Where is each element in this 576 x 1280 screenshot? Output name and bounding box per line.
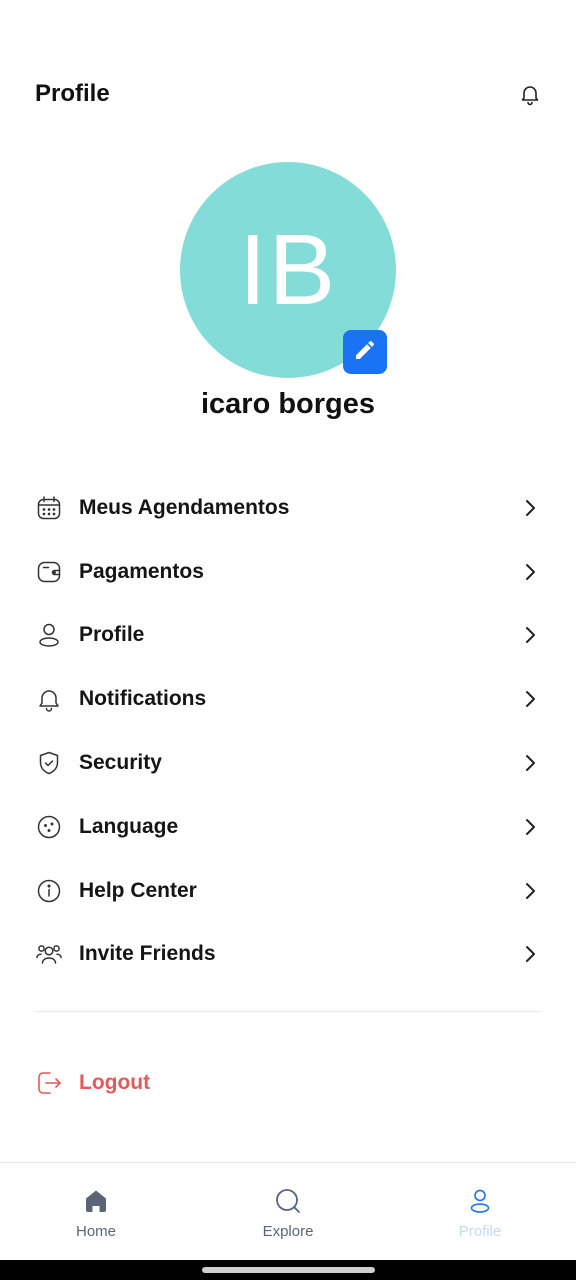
avatar-initials: IB [238,213,338,326]
menu-item-notifications[interactable]: Notifications [0,667,576,731]
logout-label: Logout [79,1071,151,1094]
menu-item-meus-agendamentos[interactable]: Meus Agendamentos [0,476,576,540]
nav-item-profile[interactable]: Profile [384,1163,576,1261]
info-icon [35,877,63,905]
logout-button[interactable]: Logout [0,1062,576,1104]
bottom-navigation: Home Explore Profile [0,1162,576,1260]
nav-item-home[interactable]: Home [0,1163,192,1261]
edit-avatar-button[interactable] [343,330,387,374]
bell-icon [518,82,542,111]
page-title: Profile [35,80,110,107]
menu-divider [35,1011,541,1012]
notifications-button[interactable] [516,82,544,110]
menu-item-label: Profile [79,623,145,647]
logout-icon [35,1069,63,1097]
menu-item-label: Security [79,751,162,775]
user-icon [466,1187,494,1215]
menu-item-pagamentos[interactable]: Pagamentos [0,540,576,604]
chevron-right-icon [518,815,542,839]
system-navigation-bar [0,1260,576,1280]
nav-label: Profile [458,1223,502,1240]
search-icon [274,1187,302,1215]
chevron-right-icon [518,687,542,711]
profile-menu: Meus Agendamentos Pagamentos Profile Not… [0,476,576,986]
calendar-icon [35,494,63,522]
menu-item-label: Invite Friends [79,942,216,966]
home-indicator[interactable] [202,1267,375,1273]
menu-item-profile[interactable]: Profile [0,604,576,668]
users-icon [35,940,63,968]
chevron-right-icon [518,623,542,647]
avatar-container: IB [180,162,396,378]
globe-icon [35,813,63,841]
user-name: icaro borges [200,388,376,420]
chevron-right-icon [518,879,542,903]
menu-item-label: Language [79,814,179,838]
home-icon [82,1187,110,1215]
nav-item-explore[interactable]: Explore [192,1163,384,1261]
chevron-right-icon [518,496,542,520]
chevron-right-icon [518,560,542,584]
nav-label: Home [75,1223,116,1240]
chevron-right-icon [518,751,542,775]
menu-item-language[interactable]: Language [0,795,576,859]
pencil-icon [353,338,377,367]
menu-item-label: Help Center [79,878,197,902]
shield-check-icon [35,749,63,777]
menu-item-invite-friends[interactable]: Invite Friends [0,923,576,987]
menu-item-label: Notifications [79,687,207,711]
menu-item-label: Meus Agendamentos [79,495,290,519]
chevron-right-icon [518,942,542,966]
bell-icon [35,685,63,713]
menu-item-security[interactable]: Security [0,731,576,795]
user-icon [35,621,63,649]
nav-label: Explore [262,1223,314,1240]
wallet-icon [35,558,63,586]
menu-item-help-center[interactable]: Help Center [0,859,576,923]
menu-item-label: Pagamentos [79,559,204,583]
app-header: Profile [0,0,576,150]
